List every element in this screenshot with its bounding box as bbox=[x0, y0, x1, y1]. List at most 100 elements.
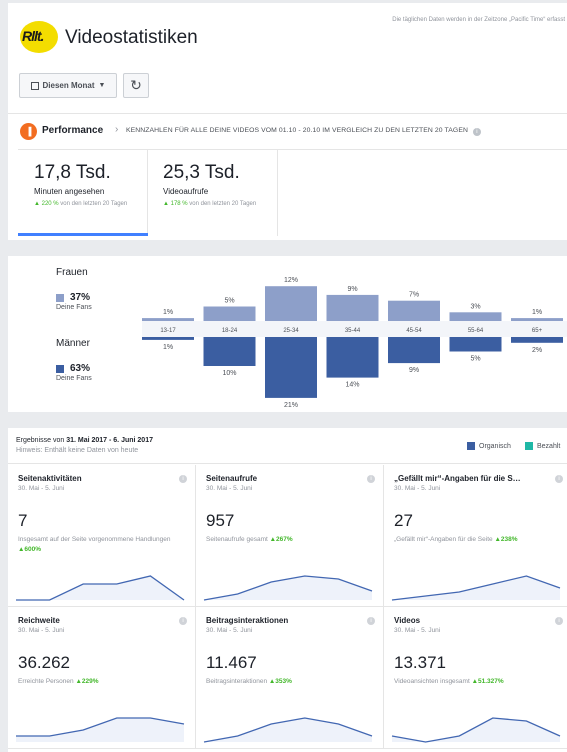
sparkline-area bbox=[392, 718, 560, 742]
card-value: 957 bbox=[206, 511, 235, 530]
card-change: ▲229% bbox=[75, 678, 99, 685]
metric-card[interactable]: Beitragsinteraktionen 30. Mai - 5. Juni i 1… bbox=[196, 607, 384, 749]
kpi-label: Videoaufrufe bbox=[163, 187, 209, 196]
card-change: ▲51.327% bbox=[471, 678, 504, 685]
sparkline-chart bbox=[203, 575, 373, 601]
audience-panel: Frauen 37% Deine Fans Männer 63% Deine F… bbox=[8, 256, 567, 412]
brand-logo: Rllt. bbox=[20, 21, 58, 53]
data-label-men-35-44: 14% bbox=[345, 382, 359, 389]
bar-women-55-64 bbox=[449, 312, 502, 321]
card-date-range: 30. Mai - 5. Juni bbox=[18, 485, 65, 492]
info-icon[interactable]: i bbox=[555, 475, 563, 483]
card-value: 36.262 bbox=[18, 653, 70, 672]
card-description: Beitragsinteraktionen ▲353% bbox=[206, 677, 374, 687]
data-label-men-45-54: 9% bbox=[409, 367, 419, 374]
info-icon[interactable]: i bbox=[555, 617, 563, 625]
bar-men-13-17 bbox=[142, 337, 194, 340]
bar-women-65+ bbox=[511, 318, 563, 321]
sparkline-chart bbox=[391, 575, 561, 601]
data-label-men-65+: 2% bbox=[532, 347, 542, 354]
card-date-range: 30. Mai - 5. Juni bbox=[18, 627, 65, 634]
metric-card[interactable]: Reichweite 30. Mai - 5. Juni i 36.262 Erreic… bbox=[8, 607, 196, 749]
card-title: Beitragsinteraktionen bbox=[206, 616, 289, 625]
card-date-range: 30. Mai - 5. Juni bbox=[206, 485, 253, 492]
kpi-change-suffix: von den letzten 20 Tagen bbox=[187, 201, 257, 207]
bar-women-35-44 bbox=[326, 294, 379, 321]
info-icon[interactable]: i bbox=[179, 475, 187, 483]
info-icon[interactable]: i bbox=[179, 617, 187, 625]
date-range-dropdown[interactable]: Diesen Monat ▼ bbox=[19, 73, 117, 98]
metric-card[interactable]: Seitenaufrufe 30. Mai - 5. Juni i 957 Seiten… bbox=[196, 465, 384, 607]
card-description: Erreichte Personen ▲229% bbox=[18, 677, 186, 687]
age-category-label-13-17: 13-17 bbox=[160, 328, 176, 334]
refresh-button[interactable]: ↻ bbox=[123, 73, 149, 98]
selected-tab-indicator bbox=[18, 233, 148, 236]
sparkline-chart bbox=[391, 717, 561, 743]
data-label-women-55-64: 3% bbox=[470, 303, 480, 310]
caret-down-icon: ▼ bbox=[98, 82, 106, 89]
kpi-value: 17,8 Tsd. bbox=[34, 162, 111, 183]
metric-card[interactable]: „Gefällt mir“-Angaben für die S… 30. Mai … bbox=[384, 465, 567, 607]
date-range-label: Diesen Monat bbox=[42, 81, 95, 90]
performance-label[interactable]: Performance bbox=[42, 125, 103, 136]
age-category-label-25-34: 25-34 bbox=[283, 328, 299, 334]
info-icon[interactable]: i bbox=[367, 475, 375, 483]
data-label-women-18-24: 5% bbox=[224, 298, 234, 305]
results-range: Ergebnisse von 31. Mai 2017 - 6. Juni 20… bbox=[16, 437, 153, 444]
bar-men-55-64 bbox=[449, 337, 502, 352]
legend-organic-label: Organisch bbox=[479, 442, 511, 450]
card-value: 7 bbox=[18, 511, 28, 530]
card-title: Reichweite bbox=[18, 616, 60, 625]
bar-women-13-17 bbox=[142, 318, 194, 321]
card-change: ▲267% bbox=[269, 536, 293, 543]
card-title: Seitenaufrufe bbox=[206, 474, 258, 483]
data-label-men-18-24: 10% bbox=[222, 370, 236, 377]
data-label-women-13-17: 1% bbox=[163, 309, 173, 316]
legend-paid-swatch bbox=[525, 442, 533, 450]
data-label-men-13-17: 1% bbox=[163, 344, 173, 351]
card-title: Seitenaktivitäten bbox=[18, 474, 82, 483]
legend-paid[interactable]: Bezahlt bbox=[525, 442, 560, 450]
legend-paid-label: Bezahlt bbox=[537, 442, 561, 450]
metric-card[interactable]: Seitenaktivitäten 30. Mai - 5. Juni i 7 Insg… bbox=[8, 465, 196, 607]
card-date-range: 30. Mai - 5. Juni bbox=[206, 627, 253, 634]
page-title: Videostatistiken bbox=[65, 27, 198, 48]
bar-men-45-54 bbox=[388, 337, 440, 364]
kpi-label: Minuten angesehen bbox=[34, 187, 105, 196]
refresh-icon: ↻ bbox=[130, 77, 142, 93]
card-description-text: Videoansichten insgesamt bbox=[394, 678, 472, 685]
bar-women-18-24 bbox=[203, 306, 256, 321]
kpi-minutes-viewed[interactable]: 17,8 Tsd. Minuten angesehen ▲ 220 % von … bbox=[18, 150, 148, 236]
data-label-women-35-44: 9% bbox=[347, 286, 357, 293]
data-label-women-45-54: 7% bbox=[409, 292, 419, 299]
age-gender-chart: 1% 1% 13-17 5% 10% 18-24 12% 21% 25-34 9% 14% 35-44… bbox=[142, 277, 567, 409]
card-value: 11.467 bbox=[206, 653, 257, 672]
card-title: Videos bbox=[394, 616, 421, 625]
info-icon[interactable]: i bbox=[472, 128, 481, 136]
bar-men-35-44 bbox=[326, 337, 379, 378]
info-icon[interactable]: i bbox=[367, 617, 375, 625]
age-category-label-45-54: 45-54 bbox=[406, 328, 422, 334]
age-category-label-55-64: 55-64 bbox=[468, 328, 484, 334]
kpi-value: 25,3 Tsd. bbox=[163, 162, 240, 183]
age-category-label-65+: 65+ bbox=[532, 328, 543, 334]
bar-women-25-34 bbox=[265, 286, 317, 321]
sparkline-area bbox=[16, 718, 184, 742]
legend-organic-swatch bbox=[467, 442, 475, 450]
card-change: ▲600% bbox=[18, 546, 42, 553]
card-value: 27 bbox=[394, 511, 413, 530]
results-range-value: 31. Mai 2017 - 6. Juni 2017 bbox=[66, 437, 153, 444]
card-description-text: „Gefällt mir“-Angaben für die Seite bbox=[394, 536, 495, 543]
card-description-text: Seitenaufrufe gesamt bbox=[206, 536, 270, 543]
card-description-text: Insgesamt auf der Seite vorgenommene Han… bbox=[18, 536, 171, 543]
card-change: ▲238% bbox=[494, 536, 518, 543]
kpi-change-suffix: von den letzten 20 Tagen bbox=[58, 201, 128, 207]
card-description: „Gefällt mir“-Angaben für die Seite ▲238… bbox=[394, 535, 562, 545]
data-label-men-55-64: 5% bbox=[470, 356, 480, 363]
divider bbox=[8, 113, 567, 114]
sparkline-chart bbox=[16, 717, 185, 742]
card-description: Seitenaufrufe gesamt ▲267% bbox=[206, 535, 374, 545]
legend-organic[interactable]: Organisch bbox=[467, 442, 511, 450]
metric-card[interactable]: Videos 30. Mai - 5. Juni i 13.371 Videoansic… bbox=[384, 607, 567, 749]
kpi-video-views[interactable]: 25,3 Tsd. Videoaufrufe ▲ 178 % von den l… bbox=[148, 150, 278, 236]
